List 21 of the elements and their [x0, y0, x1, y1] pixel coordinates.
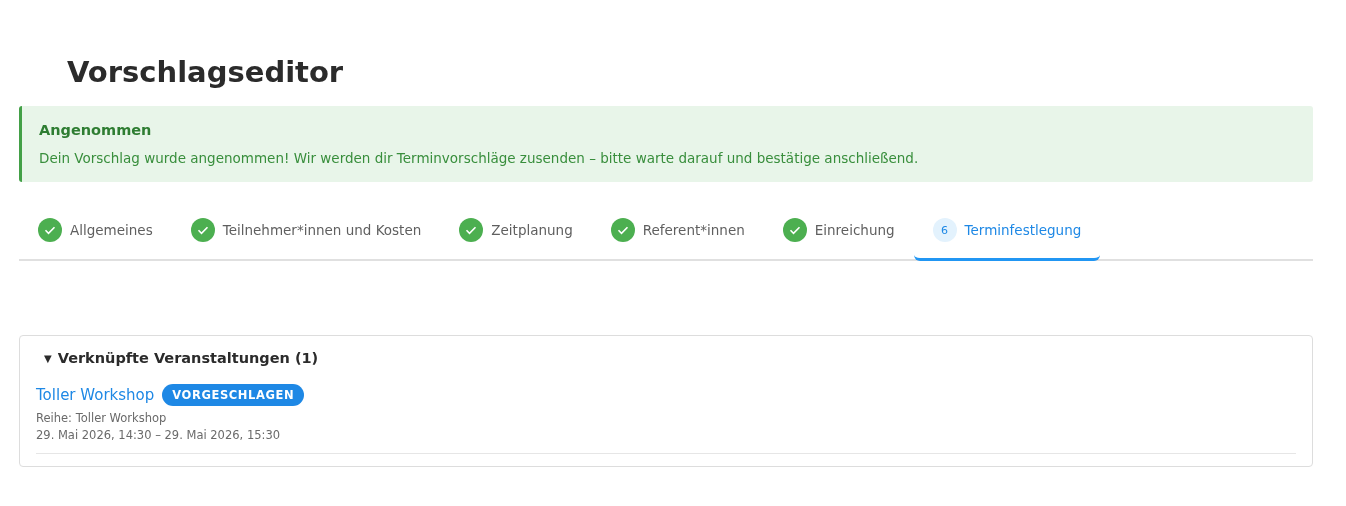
alert-heading: Angenommen [39, 122, 153, 138]
section-heading: Verknüpfte Veranstaltungen (1) [57, 350, 319, 366]
event-link[interactable]: Toller Workshop [36, 386, 155, 404]
step-tab[interactable]: Referent*innen [591, 202, 764, 261]
alert-message: Dein Vorschlag wurde angenommen! Wir werden dir Terminvorschläge zusenden – bitte warte darauf und bestätige anschließend. [39, 150, 920, 166]
step-tab[interactable]: Teilnehmer*innen und Kosten [171, 202, 441, 261]
step-number: 6 [932, 218, 957, 242]
step-tab[interactable]: Allgemeines [19, 202, 172, 261]
check-icon [190, 218, 215, 242]
event-series: Reihe: Toller Workshop [36, 410, 168, 427]
page-title: Vorschlagseditor [67, 54, 345, 91]
step-tab[interactable]: Zeitplanung [440, 202, 592, 261]
expand-toggle[interactable]: ▼ [44, 352, 52, 364]
event-time: 29. Mai 2026, 14:30 – 29. Mai 2026, 15:30 [36, 427, 282, 444]
status-badge: VORGESCHLAGEN [162, 384, 305, 406]
check-icon [610, 218, 635, 242]
check-icon [782, 218, 807, 242]
check-icon [459, 218, 484, 242]
step-tab[interactable]: Einreichung [763, 202, 914, 261]
check-icon [38, 218, 62, 242]
step-tab[interactable]: 6 Terminfestlegung [913, 202, 1101, 261]
